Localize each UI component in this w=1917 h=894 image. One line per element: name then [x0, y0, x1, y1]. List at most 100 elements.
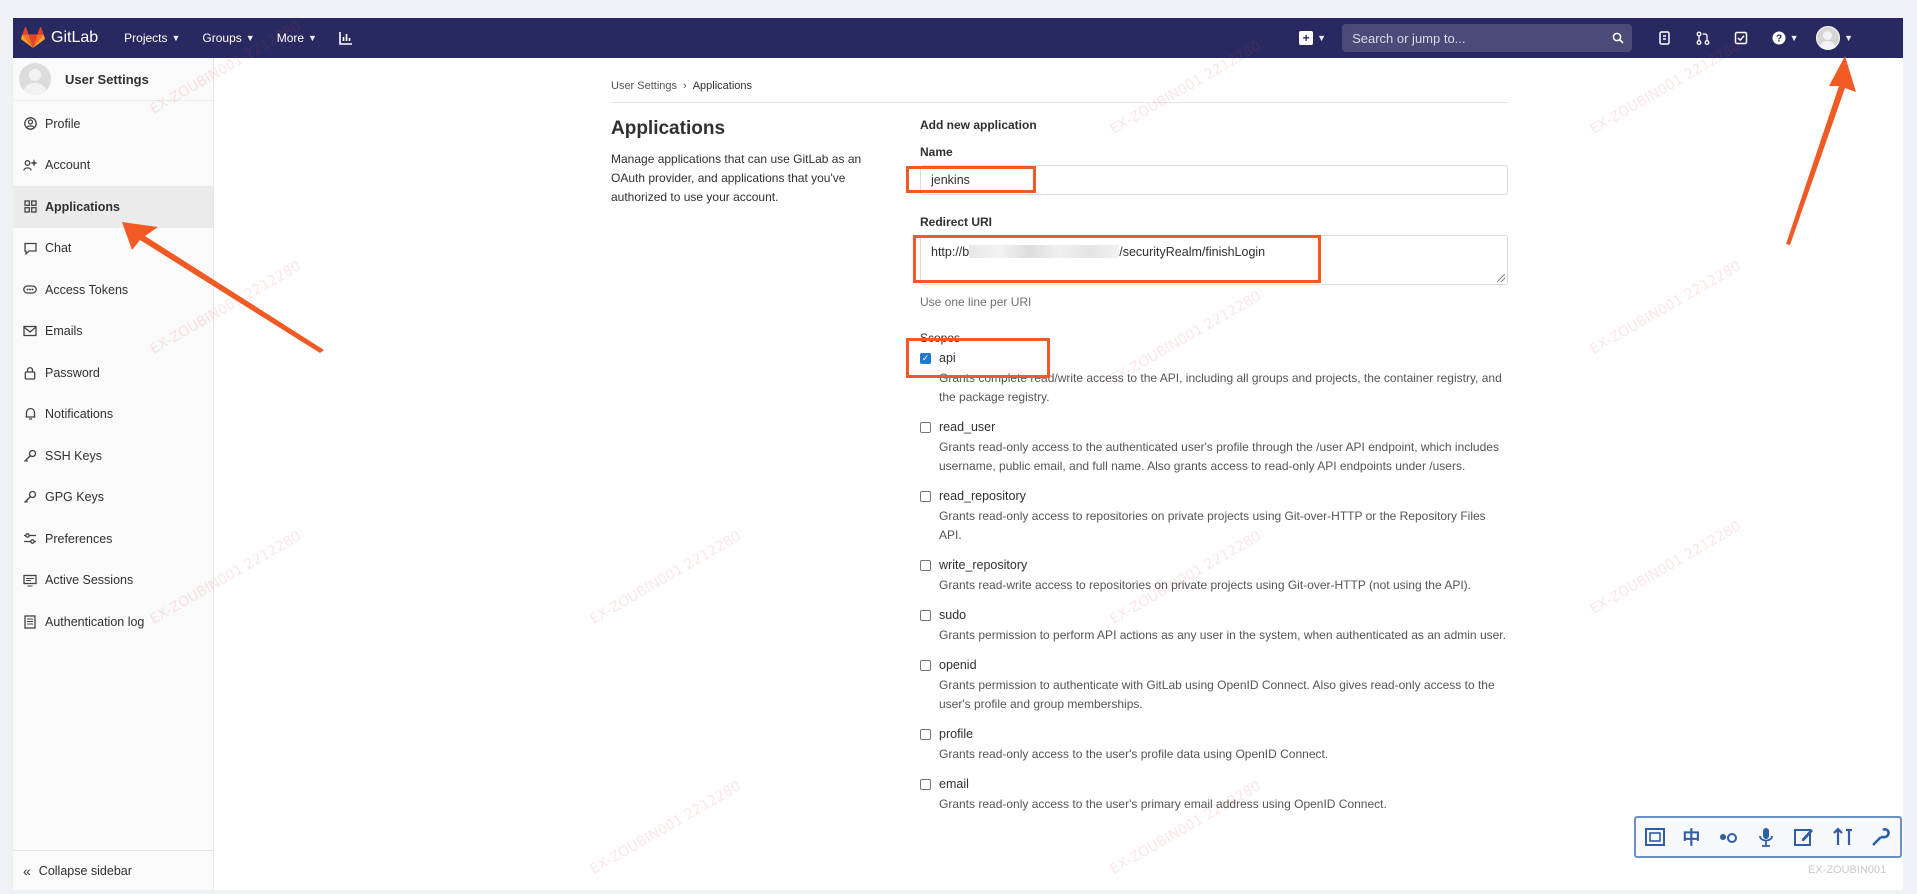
- nav-menu: Projects ▼ Groups ▼ More ▼: [124, 31, 353, 45]
- sidebar-item-label: GPG Keys: [45, 490, 105, 505]
- scope-read-repository-checkbox[interactable]: [920, 490, 931, 502]
- sidebar-header[interactable]: User Settings: [13, 58, 213, 101]
- breadcrumb-parent[interactable]: User Settings: [611, 80, 677, 92]
- collapse-sidebar-button[interactable]: « Collapse sidebar: [13, 850, 213, 890]
- ime-user-label: EX-ZOUBIN001: [1808, 864, 1887, 876]
- scope-email: email Grants read-only access to the use…: [920, 777, 1508, 814]
- scope-description: Grants read-write access to repositories…: [939, 578, 1471, 592]
- form-section-title: Add new application: [920, 118, 1037, 132]
- sidebar-item-password[interactable]: Password: [13, 352, 213, 394]
- sidebar-item-label: Chat: [45, 241, 72, 256]
- groups-label: Groups: [202, 31, 242, 45]
- chevron-down-icon: ▼: [171, 33, 181, 43]
- projects-label: Projects: [124, 31, 168, 45]
- search-icon: [1612, 32, 1624, 44]
- scope-read-user-checkbox[interactable]: [920, 421, 931, 433]
- sidebar-item-active-sessions[interactable]: Active Sessions: [13, 560, 213, 602]
- scope-read-user: read_user Grants read-only access to the…: [920, 420, 1508, 476]
- scope-write-repository: write_repository Grants read-write acces…: [920, 558, 1508, 595]
- breadcrumb-separator: ›: [683, 80, 687, 92]
- page-description: Manage applications that can use GitLab …: [611, 152, 862, 204]
- collapse-sidebar-label: Collapse sidebar: [38, 863, 132, 878]
- new-application-form: Add new application Name Redirect URI ht…: [920, 118, 1508, 814]
- issues-icon: [1659, 31, 1670, 45]
- sidebar-item-label: Account: [45, 158, 91, 173]
- issues-button[interactable]: [1656, 29, 1674, 47]
- key-icon: [23, 490, 37, 504]
- bell-icon: [23, 407, 37, 421]
- highlight-redirect-box: [913, 235, 1321, 283]
- search-box[interactable]: [1342, 24, 1633, 52]
- user-menu-dropdown[interactable]: ▼: [1816, 26, 1853, 50]
- merge-requests-button[interactable]: [1694, 29, 1712, 47]
- chat-icon: [23, 241, 37, 255]
- sidebar-item-profile[interactable]: Profile: [13, 103, 213, 145]
- scope-name: profile: [939, 727, 974, 741]
- new-item-dropdown[interactable]: + ▼: [1299, 31, 1326, 45]
- sidebar-item-label: Active Sessions: [45, 573, 134, 588]
- wrench-icon[interactable]: [1870, 826, 1892, 848]
- sidebar-item-authentication-log[interactable]: Authentication log: [13, 601, 213, 643]
- sidebar-items: Profile Account Applications Chat Access…: [13, 103, 213, 643]
- sidebar-item-emails[interactable]: Emails: [13, 311, 213, 353]
- search-input[interactable]: [1350, 29, 1595, 47]
- scope-sudo: sudo Grants permission to perform API ac…: [920, 608, 1508, 645]
- projects-dropdown[interactable]: Projects ▼: [124, 31, 180, 45]
- help-dropdown[interactable]: ? ▼: [1770, 29, 1800, 47]
- scope-sudo-checkbox[interactable]: [920, 609, 931, 621]
- scope-description: Grants permission to authenticate with G…: [939, 678, 1495, 711]
- page-intro: Applications Manage applications that ca…: [611, 118, 881, 207]
- sidebar-item-label: Access Tokens: [45, 282, 129, 297]
- todos-button[interactable]: [1732, 29, 1750, 47]
- scope-profile-checkbox[interactable]: [920, 728, 931, 740]
- sidebar-item-account[interactable]: Account: [13, 145, 213, 187]
- sidebar-item-chat[interactable]: Chat: [13, 228, 213, 270]
- highlight-name-box: [906, 166, 1036, 193]
- scope-name: write_repository: [939, 558, 1028, 572]
- groups-dropdown[interactable]: Groups ▼: [202, 31, 254, 45]
- chevron-down-icon: ▼: [308, 33, 317, 43]
- chevron-down-icon: ▼: [1789, 33, 1799, 43]
- user-avatar: [1816, 26, 1841, 50]
- scope-name: read_repository: [939, 489, 1026, 503]
- chevron-down-icon: ▼: [1844, 33, 1853, 43]
- double-chevron-left-icon: «: [23, 862, 31, 879]
- scope-name: email: [939, 777, 969, 791]
- sidebar-item-applications[interactable]: Applications: [13, 186, 213, 228]
- sidebar-item-notifications[interactable]: Notifications: [13, 394, 213, 436]
- name-label: Name: [920, 145, 953, 159]
- ime-punctuation-icon[interactable]: [1717, 826, 1739, 848]
- sidebar-item-label: Applications: [45, 199, 121, 214]
- highlight-scope-box: [906, 338, 1050, 378]
- tanuki-icon: [21, 27, 45, 48]
- resize-grip-icon[interactable]: [1497, 274, 1505, 282]
- svg-text:?: ?: [1776, 34, 1782, 45]
- scope-description: Grants read-only access to repositories …: [939, 509, 1486, 542]
- sidebar-item-gpg-keys[interactable]: GPG Keys: [13, 477, 213, 519]
- scope-email-checkbox[interactable]: [920, 778, 931, 790]
- sidebar-item-label: Profile: [45, 116, 81, 131]
- scope-read-repository: read_repository Grants read-only access …: [920, 489, 1508, 545]
- log-icon: [23, 615, 37, 629]
- activity-chart-button[interactable]: [339, 31, 353, 45]
- ime-chinese-toggle[interactable]: 中: [1682, 824, 1700, 850]
- gitlab-logo[interactable]: GitLab: [21, 27, 98, 49]
- sidebar-item-label: SSH Keys: [45, 448, 102, 463]
- scope-write-repository-checkbox[interactable]: [920, 559, 931, 571]
- ime-window-icon[interactable]: [1644, 826, 1666, 848]
- monitor-icon: [23, 573, 37, 587]
- breadcrumb-current[interactable]: Applications: [693, 80, 752, 92]
- microphone-icon[interactable]: [1755, 826, 1777, 848]
- sidebar-item-preferences[interactable]: Preferences: [13, 518, 213, 560]
- sidebar-item-access-tokens[interactable]: Access Tokens: [13, 269, 213, 311]
- toolbox-icon[interactable]: [1832, 826, 1854, 848]
- sidebar-item-ssh-keys[interactable]: SSH Keys: [13, 435, 213, 477]
- scope-openid-checkbox[interactable]: [920, 659, 931, 671]
- redirect-uri-help: Use one line per URI: [920, 295, 1032, 309]
- sidebar-item-label: Preferences: [45, 531, 113, 546]
- scope-name: sudo: [939, 608, 967, 622]
- chevron-down-icon: ▼: [1317, 33, 1327, 43]
- scope-profile: profile Grants read-only access to the u…: [920, 727, 1508, 764]
- edit-icon[interactable]: [1793, 826, 1815, 848]
- more-dropdown[interactable]: More ▼: [277, 31, 317, 45]
